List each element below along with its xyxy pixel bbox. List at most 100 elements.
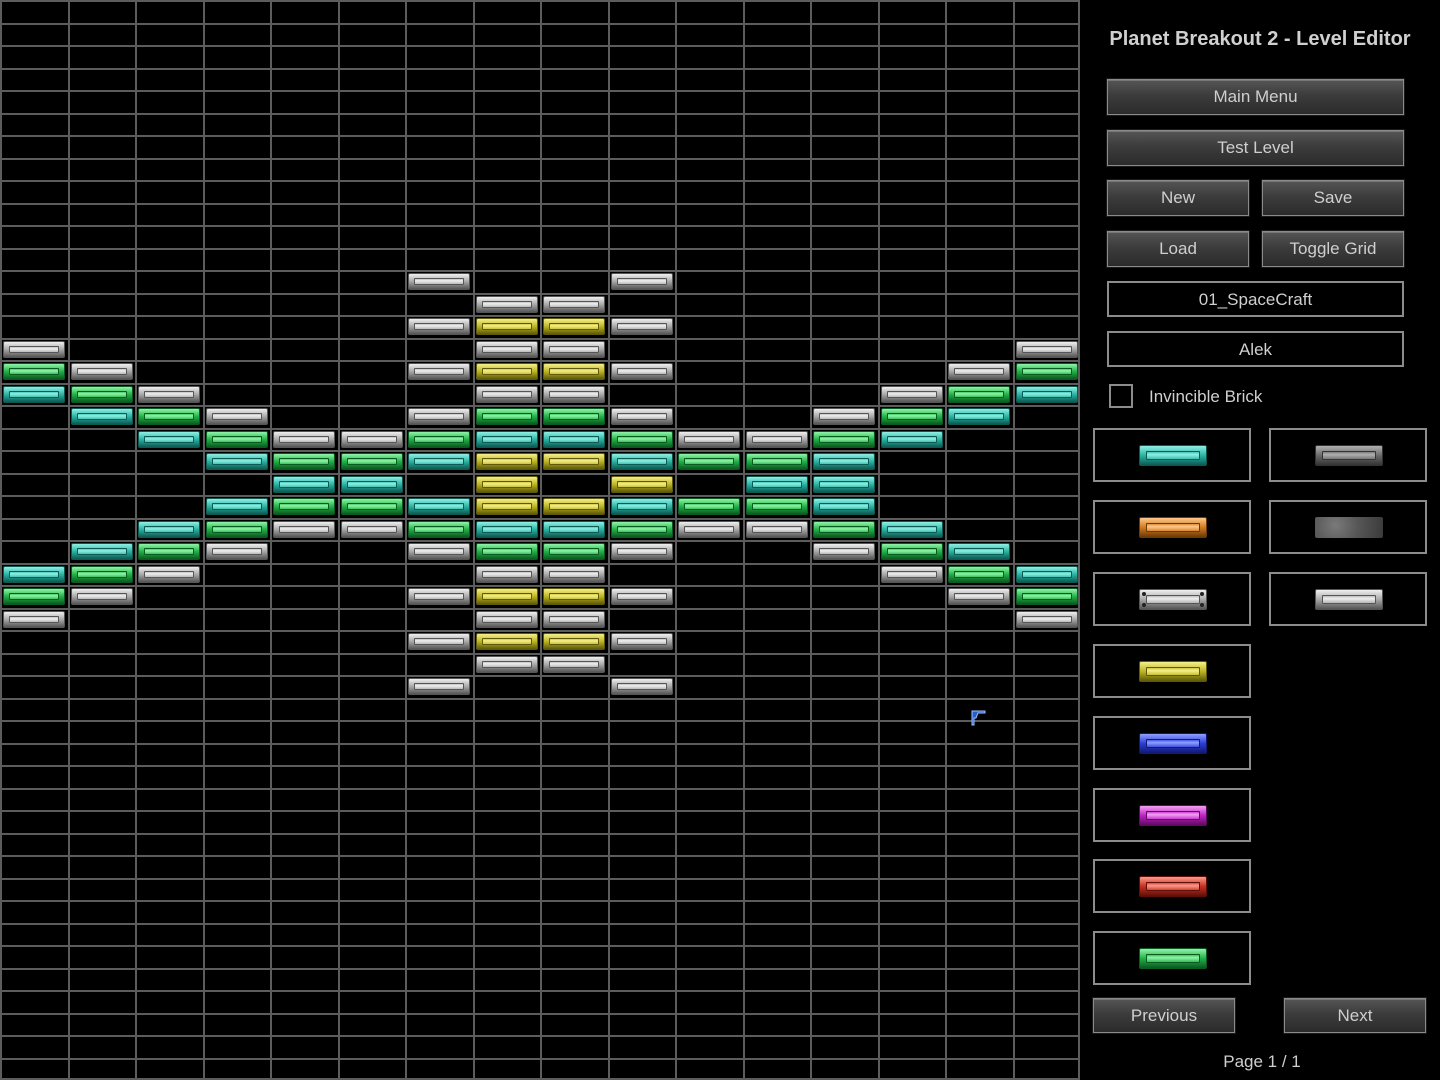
yellow-brick[interactable] [543,633,605,650]
green-brick[interactable] [206,431,268,448]
test-level-button[interactable]: Test Level [1107,130,1404,166]
gray-brick[interactable] [408,363,470,380]
teal-brick[interactable] [611,453,673,470]
palette-slot-stone-brick[interactable] [1269,500,1427,554]
gray-brick[interactable] [881,566,943,583]
yellow-brick[interactable] [543,453,605,470]
gray-brick[interactable] [678,431,740,448]
palette-slot-riveted-gray-brick[interactable] [1093,572,1251,626]
gray-brick[interactable] [611,363,673,380]
yellow-brick[interactable] [476,363,538,380]
teal-brick[interactable] [813,453,875,470]
gray-brick[interactable] [611,633,673,650]
gray-brick[interactable] [408,678,470,695]
teal-brick[interactable] [611,498,673,515]
yellow-brick[interactable] [543,318,605,335]
green-brick[interactable] [813,431,875,448]
gray-brick[interactable] [341,521,403,538]
level-grid[interactable] [0,0,1080,1080]
teal-brick[interactable] [138,521,200,538]
gray-brick[interactable] [476,566,538,583]
teal-brick[interactable] [71,408,133,425]
teal-brick[interactable] [948,408,1010,425]
gray-brick[interactable] [476,656,538,673]
gray-brick[interactable] [543,386,605,403]
teal-brick[interactable] [476,521,538,538]
teal-brick[interactable] [206,453,268,470]
palette-slot-gray-brick[interactable] [1269,572,1427,626]
green-brick[interactable] [611,431,673,448]
green-brick[interactable] [881,408,943,425]
yellow-brick[interactable] [476,633,538,650]
gray-brick[interactable] [408,588,470,605]
green-brick[interactable] [543,408,605,425]
palette-slot-magenta-brick[interactable] [1093,788,1251,842]
green-brick[interactable] [476,543,538,560]
green-brick[interactable] [3,588,65,605]
gray-brick[interactable] [678,521,740,538]
gray-brick[interactable] [543,656,605,673]
save-button[interactable]: Save [1262,180,1404,216]
gray-brick[interactable] [273,521,335,538]
green-brick[interactable] [138,408,200,425]
gray-brick[interactable] [273,431,335,448]
gray-brick[interactable] [746,521,808,538]
level-name-field[interactable]: 01_SpaceCraft [1107,281,1404,317]
green-brick[interactable] [341,498,403,515]
teal-brick[interactable] [881,431,943,448]
teal-brick[interactable] [948,543,1010,560]
green-brick[interactable] [678,498,740,515]
gray-brick[interactable] [476,611,538,628]
toggle-grid-button[interactable]: Toggle Grid [1262,231,1404,267]
next-button[interactable]: Next [1284,998,1426,1033]
palette-slot-yellow-brick[interactable] [1093,644,1251,698]
green-brick[interactable] [206,521,268,538]
yellow-brick[interactable] [476,476,538,493]
green-brick[interactable] [138,543,200,560]
green-brick[interactable] [948,386,1010,403]
gray-brick[interactable] [138,566,200,583]
gray-brick[interactable] [611,408,673,425]
teal-brick[interactable] [1016,386,1078,403]
gray-brick[interactable] [341,431,403,448]
green-brick[interactable] [408,431,470,448]
green-brick[interactable] [611,521,673,538]
gray-brick[interactable] [408,408,470,425]
green-brick[interactable] [3,363,65,380]
gray-brick[interactable] [543,611,605,628]
green-brick[interactable] [408,521,470,538]
palette-slot-red-brick[interactable] [1093,859,1251,913]
green-brick[interactable] [1016,588,1078,605]
gray-brick[interactable] [71,363,133,380]
main-menu-button[interactable]: Main Menu [1107,79,1404,115]
teal-brick[interactable] [813,476,875,493]
gray-brick[interactable] [3,341,65,358]
teal-brick[interactable] [746,476,808,493]
author-field[interactable]: Alek [1107,331,1404,367]
green-brick[interactable] [1016,363,1078,380]
gray-brick[interactable] [206,408,268,425]
green-brick[interactable] [476,408,538,425]
gray-brick[interactable] [543,566,605,583]
teal-brick[interactable] [408,498,470,515]
gray-brick[interactable] [3,611,65,628]
previous-button[interactable]: Previous [1093,998,1235,1033]
green-brick[interactable] [273,453,335,470]
palette-slot-green-brick[interactable] [1093,931,1251,985]
gray-brick[interactable] [948,363,1010,380]
teal-brick[interactable] [813,498,875,515]
yellow-brick[interactable] [476,453,538,470]
gray-brick[interactable] [813,408,875,425]
palette-slot-orange-brick[interactable] [1093,500,1251,554]
yellow-brick[interactable] [611,476,673,493]
gray-brick[interactable] [611,678,673,695]
palette-slot-blue-brick[interactable] [1093,716,1251,770]
gray-brick[interactable] [71,588,133,605]
teal-brick[interactable] [341,476,403,493]
green-brick[interactable] [71,566,133,583]
gray-brick[interactable] [611,543,673,560]
invincible-checkbox[interactable] [1109,384,1133,408]
gray-brick[interactable] [948,588,1010,605]
load-button[interactable]: Load [1107,231,1249,267]
new-button[interactable]: New [1107,180,1249,216]
